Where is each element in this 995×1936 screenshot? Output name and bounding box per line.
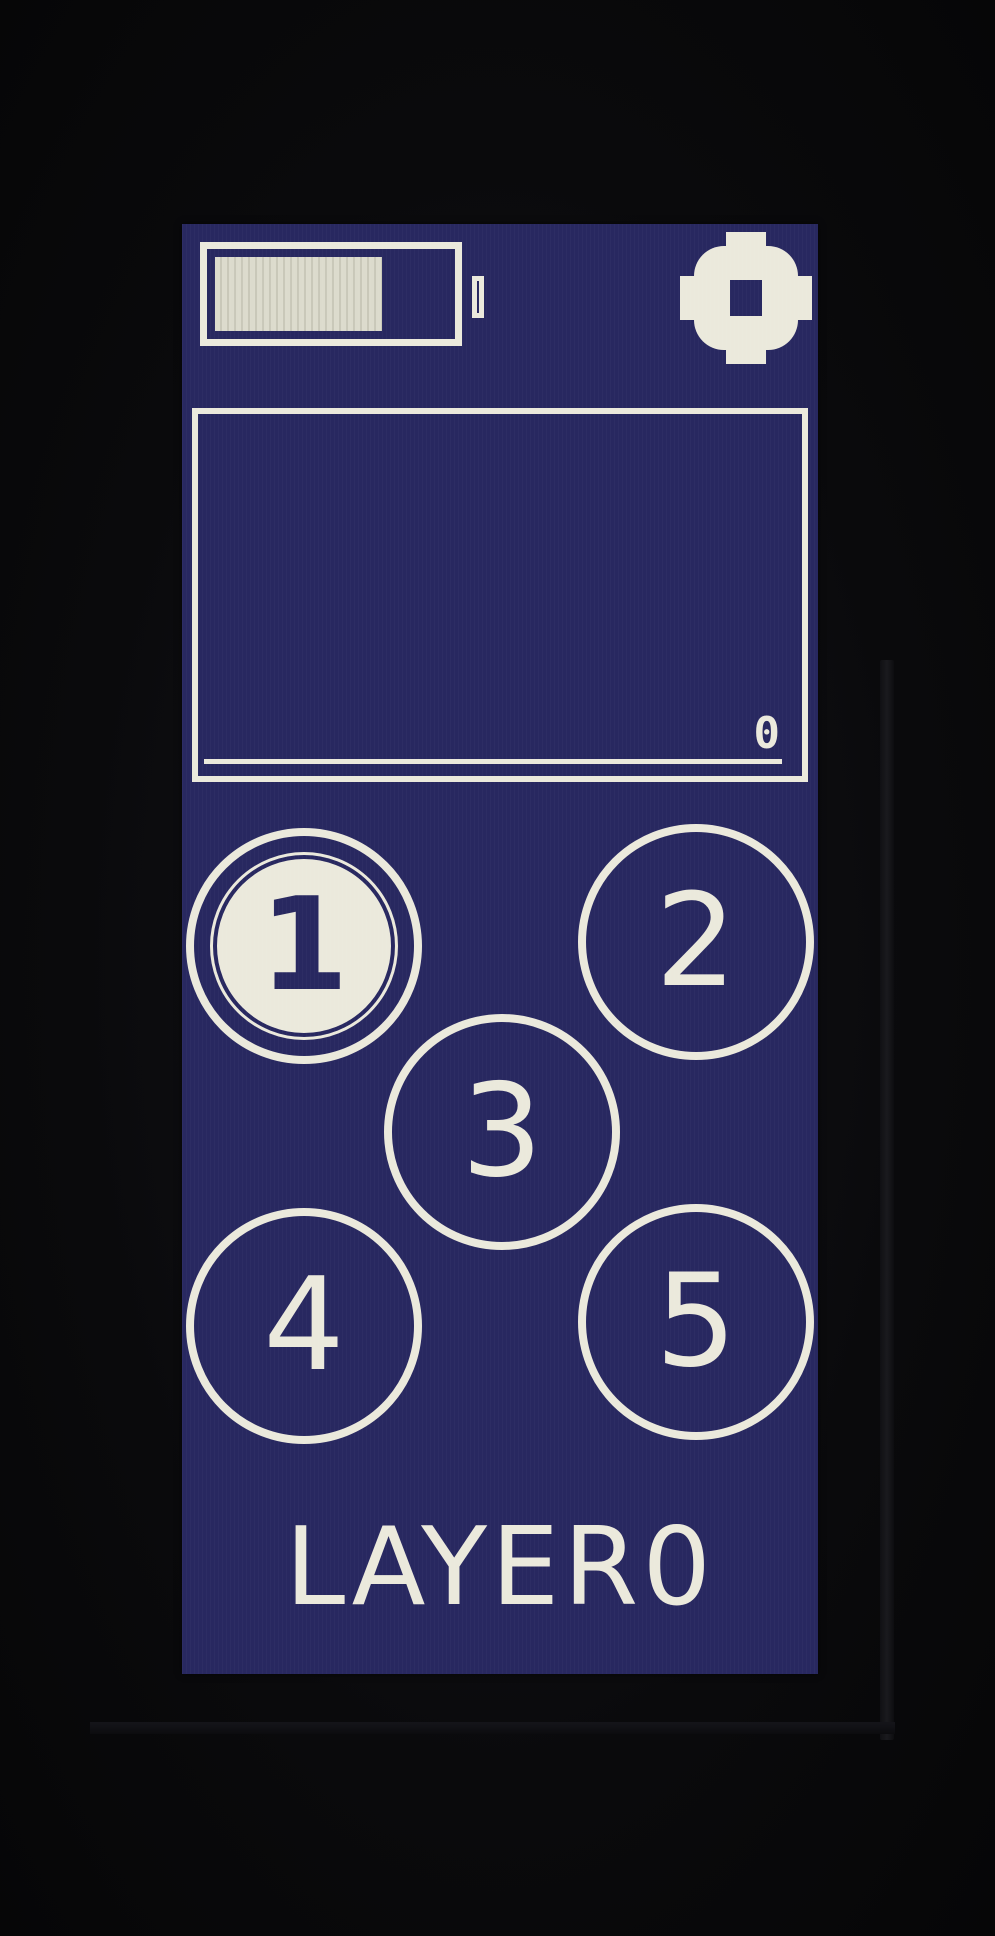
device-photo-background: 0 0 1 2 [0,0,995,1936]
layer-button-2-inner: 2 [602,848,790,1036]
layer-button-3[interactable]: 3 [384,1014,620,1250]
gear-icon[interactable] [676,224,816,372]
layer-button-2-label: 2 [655,867,737,1016]
battery-indicator [200,242,462,346]
layer-button-5-inner: 5 [602,1228,790,1416]
display-underline [204,759,782,764]
layer-button-1-label: 1 [259,871,349,1020]
device-screen: 0 0 1 2 [182,224,818,1674]
text-display-area: 0 [192,408,808,782]
device-bezel-edge [880,660,894,1740]
layer-button-3-inner: 3 [408,1038,596,1226]
device-bezel-bottom [90,1722,895,1734]
layer-button-1[interactable]: 1 [186,828,422,1064]
current-layer-label: LAYER0 [284,1505,716,1630]
layer-button-4-label: 4 [263,1251,345,1400]
battery-level-bar [215,257,382,331]
display-counter: 0 [753,708,781,759]
layer-button-2[interactable]: 2 [578,824,814,1060]
layer-button-1-inner: 1 [210,852,398,1040]
battery-percent-label: 0 [472,276,484,318]
layer-button-5[interactable]: 5 [578,1204,814,1440]
layer-button-5-label: 5 [655,1247,737,1396]
layer-button-4-inner: 4 [210,1232,398,1420]
layer-button-4[interactable]: 4 [186,1208,422,1444]
layer-button-3-label: 3 [461,1057,543,1206]
